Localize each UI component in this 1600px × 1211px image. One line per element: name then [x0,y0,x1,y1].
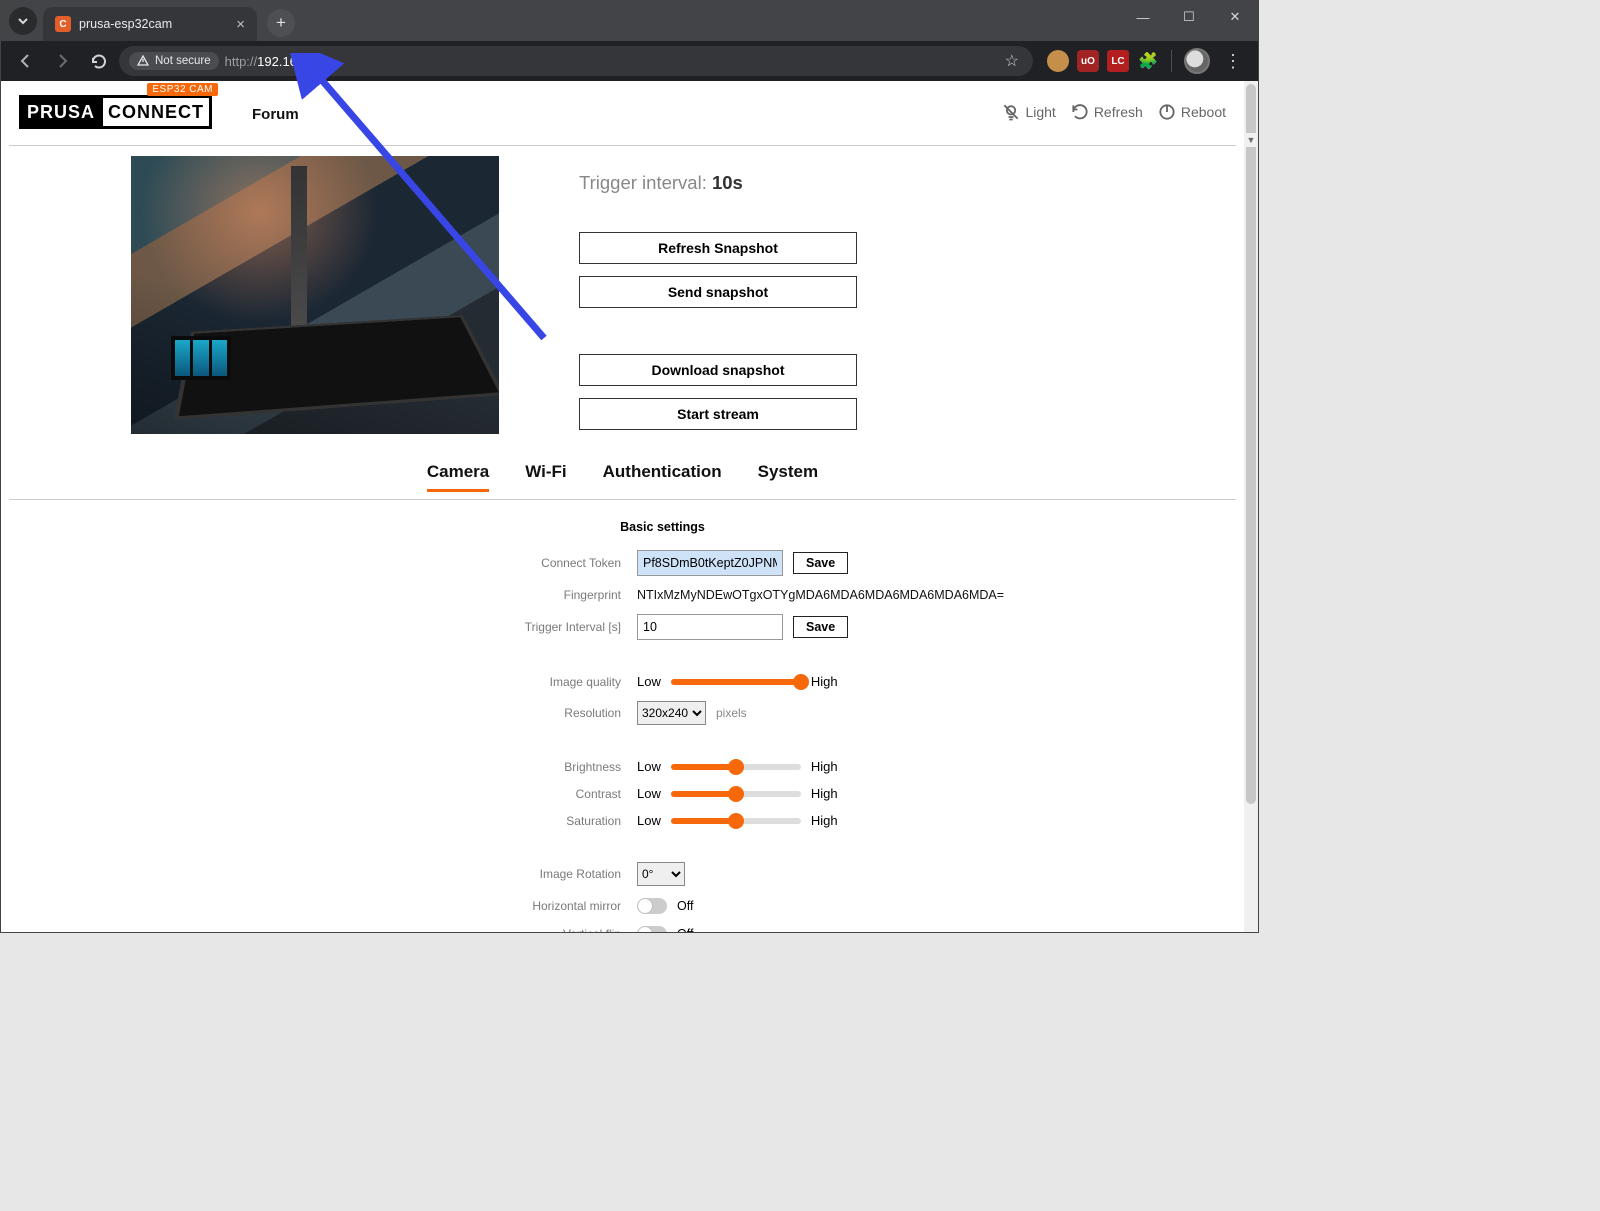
minimize-icon[interactable]: — [1120,1,1166,33]
image-rotation-label: Image Rotation [1,867,621,881]
power-icon [1157,102,1177,122]
refresh-icon [1070,102,1090,122]
saturation-label: Saturation [1,814,621,828]
slider-high: High [811,674,838,689]
reload-icon[interactable] [83,46,113,76]
tab-wifi[interactable]: Wi-Fi [525,462,566,492]
image-quality-label: Image quality [1,675,621,689]
new-tab-button[interactable]: + [267,9,295,37]
connect-token-input[interactable] [637,550,783,576]
kebab-menu-icon[interactable]: ⋮ [1218,51,1248,72]
extensions-area: uO LC 🧩 ⋮ [1039,48,1248,74]
page-viewport: ESP32 CAM PRUSA CONNECT Forum Light Refr… [1,81,1244,932]
refresh-snapshot-button[interactable]: Refresh Snapshot [579,232,857,264]
divider [9,499,1236,500]
star-icon[interactable]: ☆ [1005,51,1019,71]
slider-high: High [811,813,838,828]
settings-heading: Basic settings [1,520,1244,538]
contrast-label: Contrast [1,787,621,801]
warning-icon [137,55,149,67]
vertical-flip-toggle[interactable] [637,926,667,932]
horizontal-mirror-toggle[interactable] [637,898,667,914]
tab-search-button[interactable] [9,7,37,35]
light-button[interactable]: Light [1001,102,1055,122]
logo-prusa: PRUSA [22,98,100,126]
maximize-icon[interactable]: ☐ [1166,1,1212,33]
contrast-slider[interactable]: Low High [637,786,1244,801]
extension-icon[interactable]: LC [1107,50,1129,72]
page-header: ESP32 CAM PRUSA CONNECT Forum Light Refr… [1,81,1244,137]
horizontal-mirror-state: Off [677,899,693,913]
forward-icon[interactable] [47,46,77,76]
slider-high: High [811,786,838,801]
vertical-flip-label: Vertical flip [1,927,621,932]
logo-connect: CONNECT [100,98,209,126]
settings-tabs: Camera Wi-Fi Authentication System [1,462,1244,499]
fingerprint-value: NTIxMzMyNDEwOTgxOTYgMDA6MDA6MDA6MDA6MDA6… [637,588,1004,602]
trigger-interval-label: Trigger Interval [s] [1,620,621,634]
extension-icon[interactable] [1047,50,1069,72]
send-snapshot-button[interactable]: Send snapshot [579,276,857,308]
tab-system[interactable]: System [758,462,818,492]
settings-form: Basic settings Connect Token Save Finger… [1,520,1244,932]
extensions-menu-icon[interactable]: 🧩 [1137,50,1159,72]
scrollbar[interactable]: ▲ ▼ [1244,81,1258,932]
window-controls: — ☐ ✕ [1120,1,1258,33]
brightness-label: Brightness [1,760,621,774]
download-snapshot-button[interactable]: Download snapshot [579,354,857,386]
refresh-label: Refresh [1094,104,1143,120]
image-quality-slider[interactable]: Low High [637,674,1244,689]
trigger-interval-display: Trigger interval: 10s [579,172,1236,194]
address-bar[interactable]: Not secure http://192.168.0.1 ☆ [119,46,1033,76]
resolution-select[interactable]: 320x240 [637,701,706,725]
light-icon [1001,102,1021,122]
slider-low: Low [637,759,661,774]
security-text: Not secure [155,55,211,67]
vertical-flip-state: Off [677,927,693,932]
browser-tab-strip: C prusa-esp32cam × + — ☐ ✕ [1,1,1258,41]
connect-token-save-button[interactable]: Save [793,552,848,574]
logo: ESP32 CAM PRUSA CONNECT [19,95,212,129]
profile-avatar[interactable] [1184,48,1210,74]
light-label: Light [1025,104,1055,120]
brightness-slider[interactable]: Low High [637,759,1244,774]
slider-low: Low [637,674,661,689]
resolution-label: Resolution [1,706,621,720]
start-stream-button[interactable]: Start stream [579,398,857,430]
browser-toolbar: Not secure http://192.168.0.1 ☆ uO LC 🧩 … [1,41,1258,81]
slider-high: High [811,759,838,774]
tab-camera[interactable]: Camera [427,462,489,492]
reboot-button[interactable]: Reboot [1157,102,1226,122]
scroll-thumb[interactable] [1246,84,1256,804]
back-icon[interactable] [11,46,41,76]
extension-icon[interactable]: uO [1077,50,1099,72]
saturation-slider[interactable]: Low High [637,813,1244,828]
slider-low: Low [637,786,661,801]
image-rotation-select[interactable]: 0° [637,862,685,886]
horizontal-mirror-label: Horizontal mirror [1,899,621,913]
separator [1171,50,1172,72]
slider-low: Low [637,813,661,828]
trigger-interval-save-button[interactable]: Save [793,616,848,638]
browser-tab[interactable]: C prusa-esp32cam × [43,7,257,41]
connect-token-label: Connect Token [1,556,621,570]
url-text: http://192.168.0.1 [225,54,326,69]
tab-title: prusa-esp32cam [79,17,226,31]
header-actions: Light Refresh Reboot [1001,102,1226,122]
camera-snapshot [131,156,499,434]
favicon-icon: C [55,16,71,32]
close-tab-icon[interactable]: × [236,16,245,33]
reboot-label: Reboot [1181,104,1226,120]
fingerprint-label: Fingerprint [1,588,621,602]
tab-authentication[interactable]: Authentication [603,462,722,492]
logo-badge: ESP32 CAM [147,83,218,96]
forum-link[interactable]: Forum [252,102,299,123]
refresh-button[interactable]: Refresh [1070,102,1143,122]
trigger-interval-input[interactable] [637,614,783,640]
close-window-icon[interactable]: ✕ [1212,1,1258,33]
security-chip[interactable]: Not secure [129,52,219,70]
resolution-suffix: pixels [716,706,747,720]
